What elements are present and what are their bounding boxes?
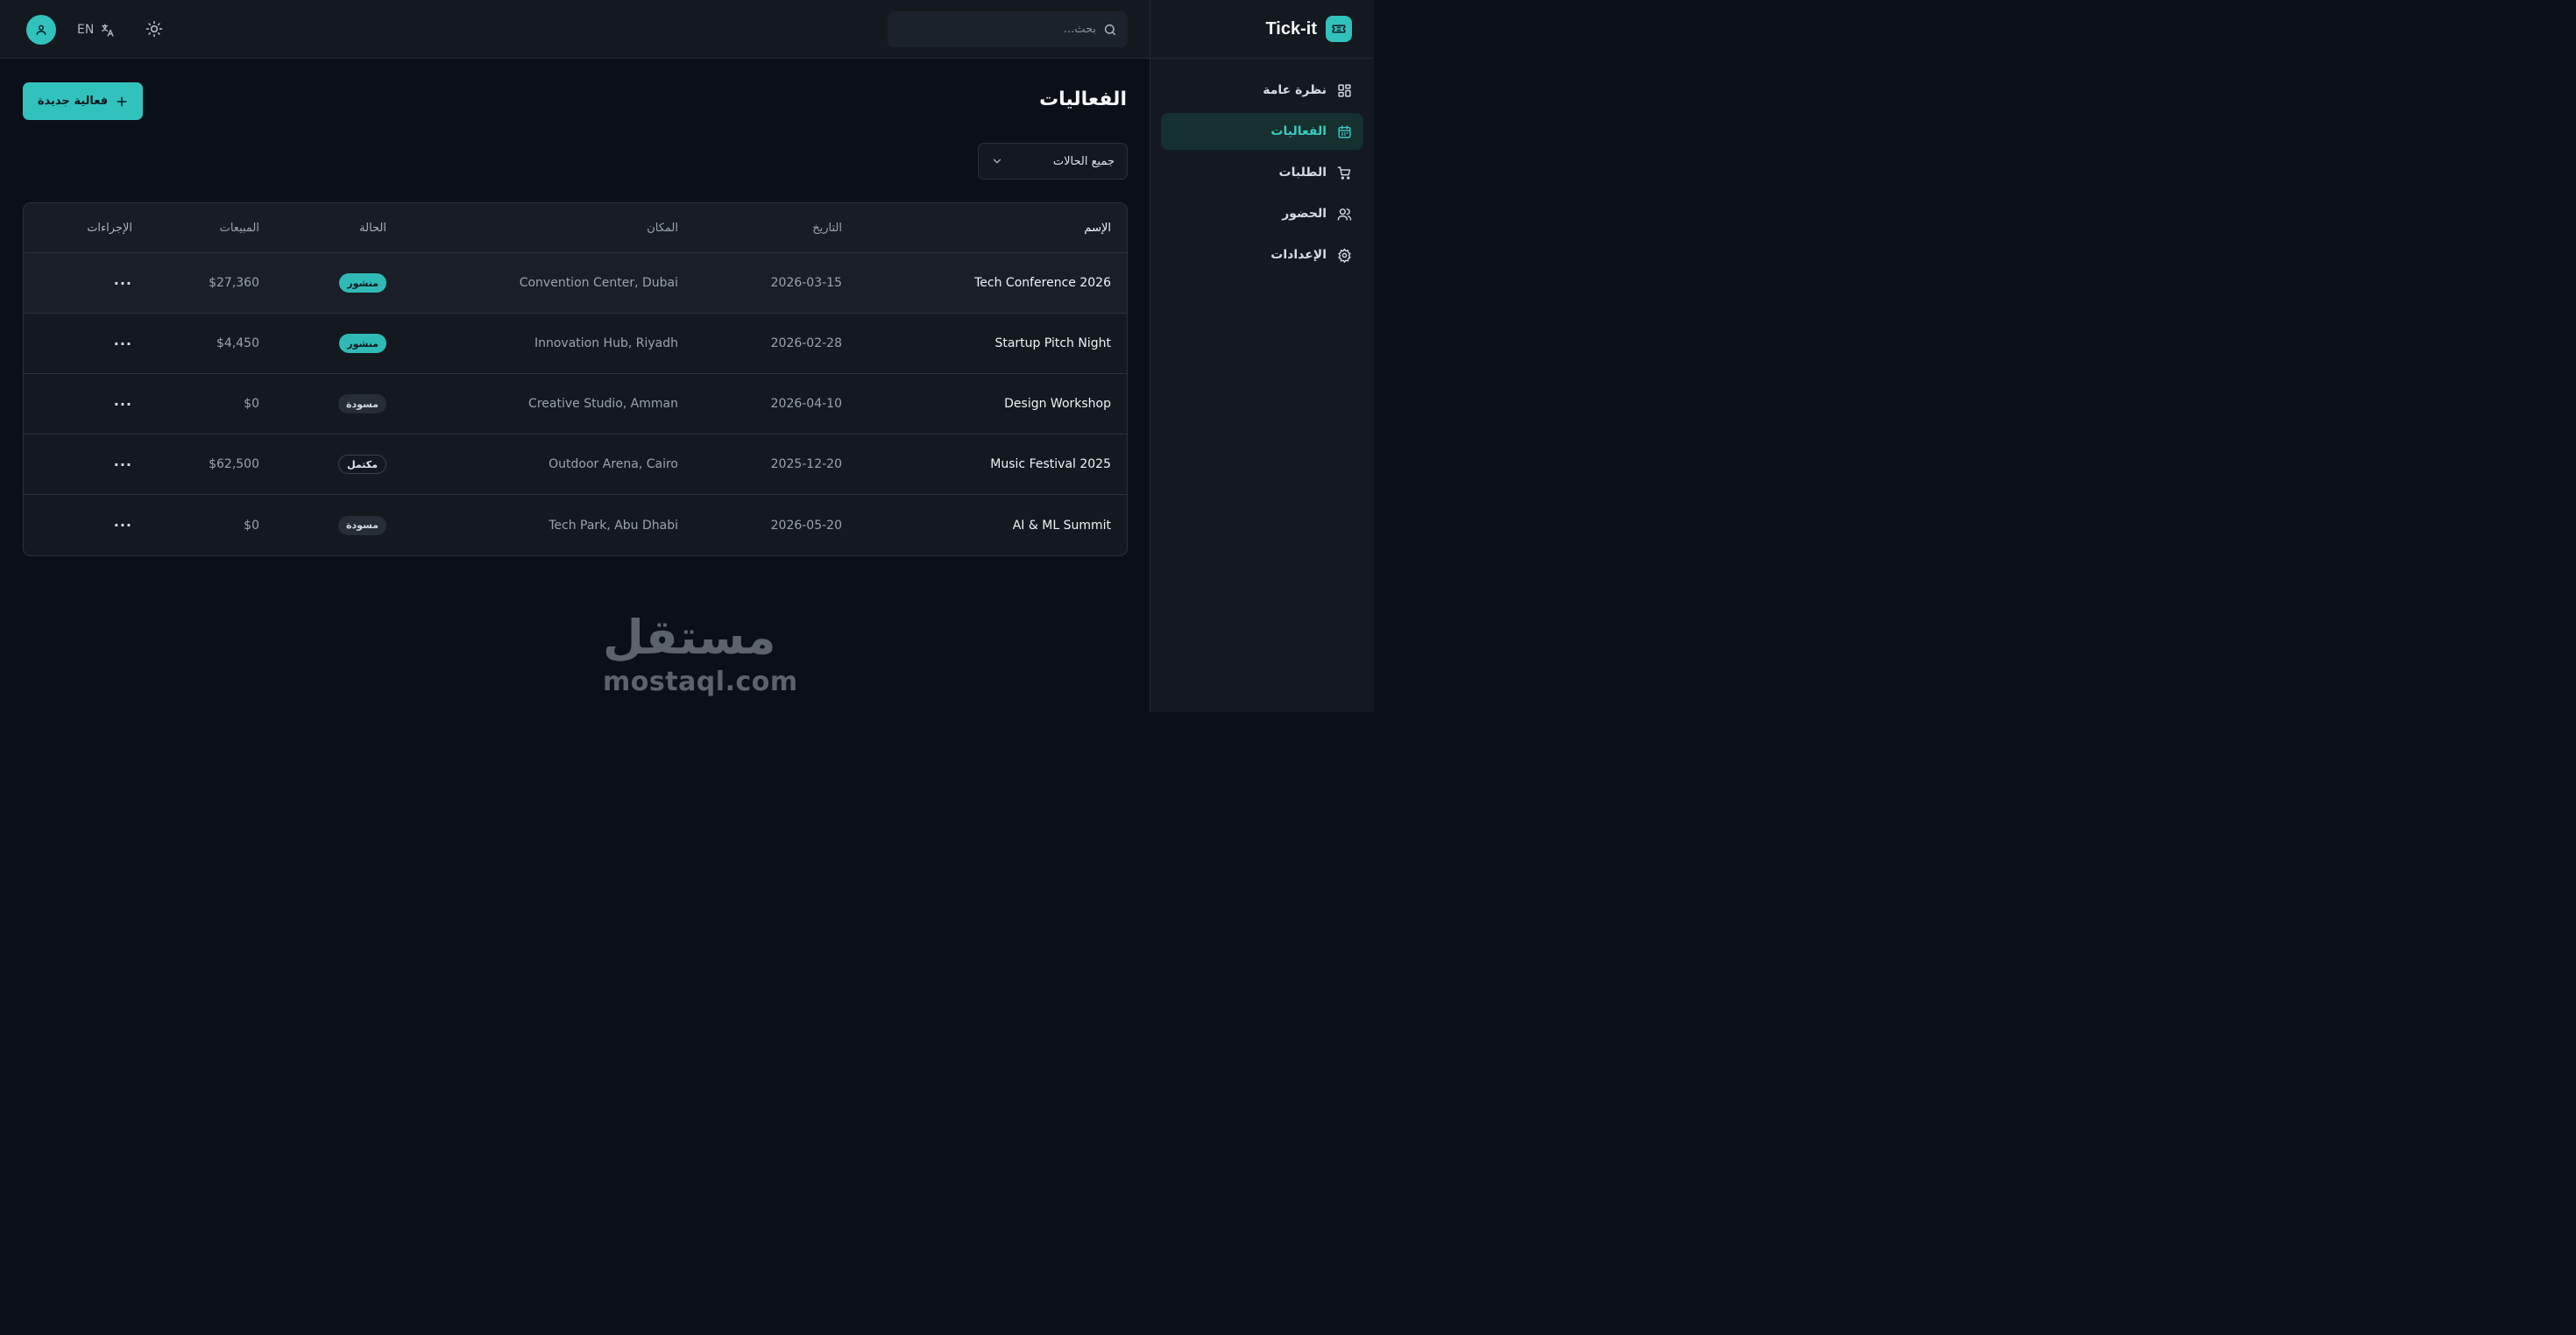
event-venue: Convention Center, Dubai (519, 276, 678, 290)
sidebar-item-label: الإعدادات (1270, 248, 1327, 262)
event-date: 2026-03-15 (770, 276, 842, 290)
sun-icon[interactable] (145, 20, 163, 38)
header-status[interactable]: الحالة (359, 203, 386, 252)
sidebar-item-overview[interactable]: نظرة عامة (1161, 72, 1363, 109)
status-cell: مسودة (337, 495, 386, 555)
header-name[interactable]: الإسم (1084, 203, 1111, 252)
table-header-row: الإسم التاريخ المكان الحالة المبيعات الإ… (24, 203, 1127, 253)
event-date: 2026-05-20 (770, 518, 842, 533)
dashboard-grid-icon (1338, 83, 1351, 97)
chevron-down-icon (993, 159, 1001, 164)
sidebar-item-settings[interactable]: الإعدادات (1161, 237, 1363, 273)
events-table: الإسم التاريخ المكان الحالة المبيعات الإ… (23, 202, 1128, 556)
watermark-arabic: مستقل (603, 610, 776, 665)
cart-icon (1337, 166, 1351, 180)
header-date[interactable]: التاريخ (812, 203, 842, 252)
status-badge: منشور (339, 334, 386, 353)
sidebar-item-orders[interactable]: الطلبات (1161, 154, 1363, 191)
more-actions-button[interactable]: ··· (114, 374, 132, 434)
new-event-label: فعالية جديدة (37, 95, 109, 108)
event-name[interactable]: Startup Pitch Night (994, 314, 1111, 373)
status-badge: مكتمل (338, 455, 386, 474)
search-input[interactable] (903, 23, 1096, 36)
language-label: EN (77, 23, 95, 37)
status-cell: مكتمل (338, 434, 386, 494)
search-icon (1104, 24, 1116, 35)
status-badge: منشور (339, 273, 386, 293)
event-sales: $4,450 (216, 336, 259, 350)
sidebar-nav: نظرة عامة الفعاليات الطلبات الحضور الإعد… (1150, 59, 1374, 286)
event-sales: $62,500 (209, 457, 259, 471)
status-filter-select[interactable]: جميع الحالات (978, 143, 1128, 180)
header-sales[interactable]: المبيعات (220, 203, 259, 252)
gear-icon (1338, 248, 1351, 263)
sidebar-item-label: الحضور (1282, 207, 1327, 221)
status-filter-value: جميع الحالات (1052, 154, 1115, 168)
brand[interactable]: Tick-it (1150, 0, 1374, 59)
table-row[interactable]: AI & ML Summit 2026-05-20 Tech Park, Abu… (24, 495, 1127, 555)
event-date: 2025-12-20 (770, 457, 842, 471)
sidebar-item-events[interactable]: الفعاليات (1161, 113, 1363, 150)
table-row[interactable]: Tech Conference 2026 2026-03-15 Conventi… (24, 253, 1127, 314)
language-switch[interactable]: EN (77, 19, 115, 40)
more-actions-button[interactable]: ··· (114, 495, 132, 555)
calendar-icon (1338, 124, 1351, 138)
table-row[interactable]: Design Workshop 2026-04-10 Creative Stud… (24, 374, 1127, 434)
table-row[interactable]: Startup Pitch Night 2026-02-28 Innovatio… (24, 314, 1127, 374)
search-box[interactable] (888, 11, 1128, 47)
event-name[interactable]: Music Festival 2025 (990, 434, 1111, 494)
event-sales: $0 (244, 518, 259, 533)
ticket-icon (1326, 16, 1352, 42)
sidebar-item-attendees[interactable]: الحضور (1161, 195, 1363, 232)
app-root: EN Tick-it نظرة عامة الفعاليات (0, 0, 1374, 712)
sidebar-item-label: الطلبات (1278, 166, 1327, 180)
translate-icon (102, 23, 114, 37)
table-row[interactable]: Music Festival 2025 2025-12-20 Outdoor A… (24, 434, 1127, 495)
new-event-button[interactable]: فعالية جديدة (23, 82, 143, 120)
sidebar-item-label: الفعاليات (1270, 124, 1327, 138)
page-title: الفعاليات (1039, 88, 1127, 110)
header-actions: الإجراءات (87, 221, 132, 235)
user-avatar[interactable] (26, 15, 56, 45)
more-actions-button[interactable]: ··· (114, 253, 132, 313)
event-venue: Tech Park, Abu Dhabi (548, 518, 678, 533)
more-actions-button[interactable]: ··· (114, 434, 132, 494)
event-name[interactable]: AI & ML Summit (1013, 495, 1111, 555)
event-venue: Creative Studio, Amman (528, 397, 678, 411)
more-actions-button[interactable]: ··· (114, 314, 132, 373)
event-name[interactable]: Tech Conference 2026 (974, 253, 1111, 313)
event-date: 2026-04-10 (770, 397, 842, 411)
event-date: 2026-02-28 (770, 336, 842, 350)
plus-icon (117, 96, 127, 106)
status-cell: منشور (339, 314, 386, 373)
event-sales: $0 (244, 397, 259, 411)
users-icon (1337, 208, 1352, 221)
status-cell: منشور (339, 253, 386, 313)
event-venue: Outdoor Arena, Cairo (548, 457, 678, 471)
top-bar: EN (0, 0, 1150, 59)
event-venue: Innovation Hub, Riyadh (534, 336, 678, 350)
sidebar: Tick-it نظرة عامة الفعاليات الطلبات الحض… (1150, 0, 1374, 712)
watermark-latin: mostaql.com (603, 667, 798, 697)
brand-name: Tick-it (1265, 18, 1317, 39)
event-name[interactable]: Design Workshop (1004, 374, 1111, 434)
status-badge: مسودة (337, 515, 386, 535)
event-sales: $27,360 (209, 276, 259, 290)
header-venue[interactable]: المكان (647, 203, 678, 252)
sidebar-item-label: نظرة عامة (1263, 83, 1327, 97)
user-icon (36, 25, 46, 35)
status-cell: مسودة (337, 374, 386, 434)
status-badge: مسودة (337, 394, 386, 413)
